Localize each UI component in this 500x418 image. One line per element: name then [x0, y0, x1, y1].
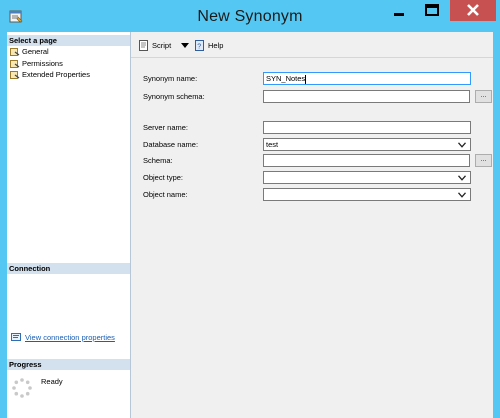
synonym-schema-label: Synonym schema:: [143, 92, 205, 101]
minimize-icon: [394, 13, 404, 16]
database-name-label: Database name:: [143, 140, 199, 149]
help-icon: ?: [194, 40, 205, 51]
synonym-name-label: Synonym name:: [143, 74, 198, 83]
chevron-down-icon: [458, 192, 466, 198]
minimize-button[interactable]: [383, 0, 416, 21]
page-item-label: Permissions: [22, 59, 63, 68]
page-wrench-icon: [10, 48, 20, 56]
schema-input[interactable]: [263, 154, 470, 167]
page-wrench-icon: [10, 60, 20, 68]
server-name-input[interactable]: [263, 121, 471, 134]
page-item-extended-properties[interactable]: Extended Properties: [10, 70, 90, 80]
synonym-schema-input[interactable]: [263, 90, 470, 103]
help-button-label: Help: [208, 41, 224, 50]
connection-properties-icon: [11, 332, 22, 342]
progress-spinner-icon: [11, 377, 33, 399]
page-item-permissions[interactable]: Permissions: [10, 59, 63, 69]
dialog-toolbar: Script ? Help: [131, 32, 493, 58]
object-name-select[interactable]: [263, 188, 471, 201]
connection-header: Connection: [7, 263, 130, 274]
page-item-label: General: [22, 47, 49, 56]
page-selector-pane: Select a page General Permissions Extend…: [7, 32, 131, 418]
dialog-client-area: Select a page General Permissions Extend…: [7, 32, 493, 418]
database-name-value: test: [266, 140, 279, 149]
new-synonym-window: New Synonym Select a page General Permis…: [0, 0, 500, 418]
close-icon: [467, 4, 479, 16]
select-page-header: Select a page: [7, 35, 130, 46]
synonym-schema-browse-button[interactable]: ...: [475, 90, 492, 103]
object-type-label: Object type:: [143, 173, 184, 182]
schema-browse-button[interactable]: ...: [475, 154, 492, 167]
view-connection-properties-link[interactable]: View connection properties: [11, 332, 115, 342]
connection-link-label: View connection properties: [25, 332, 115, 342]
synonym-name-value: SYN_Notes: [266, 74, 306, 83]
object-name-label: Object name:: [143, 190, 188, 199]
text-caret: [305, 74, 307, 84]
title-bar[interactable]: New Synonym: [0, 0, 500, 32]
schema-label: Schema:: [143, 156, 173, 165]
maximize-button[interactable]: [416, 0, 449, 21]
general-page-content: Script ? Help Synonym name: SYN_Notes Sy…: [131, 32, 493, 418]
svg-text:?: ?: [197, 44, 201, 51]
close-button[interactable]: [450, 0, 496, 21]
chevron-down-icon: [458, 142, 466, 148]
object-type-select[interactable]: [263, 171, 471, 184]
script-button-label: Script: [152, 41, 172, 50]
progress-status: Ready: [11, 377, 63, 399]
page-item-label: Extended Properties: [22, 70, 90, 79]
progress-status-text: Ready: [41, 377, 63, 386]
chevron-down-icon: [458, 175, 466, 181]
page-wrench-icon: [10, 71, 20, 79]
page-item-general[interactable]: General: [10, 47, 49, 57]
help-button[interactable]: ? Help: [194, 40, 223, 51]
script-icon: [138, 40, 149, 51]
maximize-icon: [425, 4, 439, 16]
script-button[interactable]: Script: [138, 40, 171, 51]
script-dropdown-arrow-icon[interactable]: [181, 43, 189, 48]
progress-header: Progress: [7, 359, 130, 370]
synonym-name-input[interactable]: SYN_Notes: [263, 72, 471, 85]
server-name-label: Server name:: [143, 123, 189, 132]
database-name-select[interactable]: test: [263, 138, 471, 151]
